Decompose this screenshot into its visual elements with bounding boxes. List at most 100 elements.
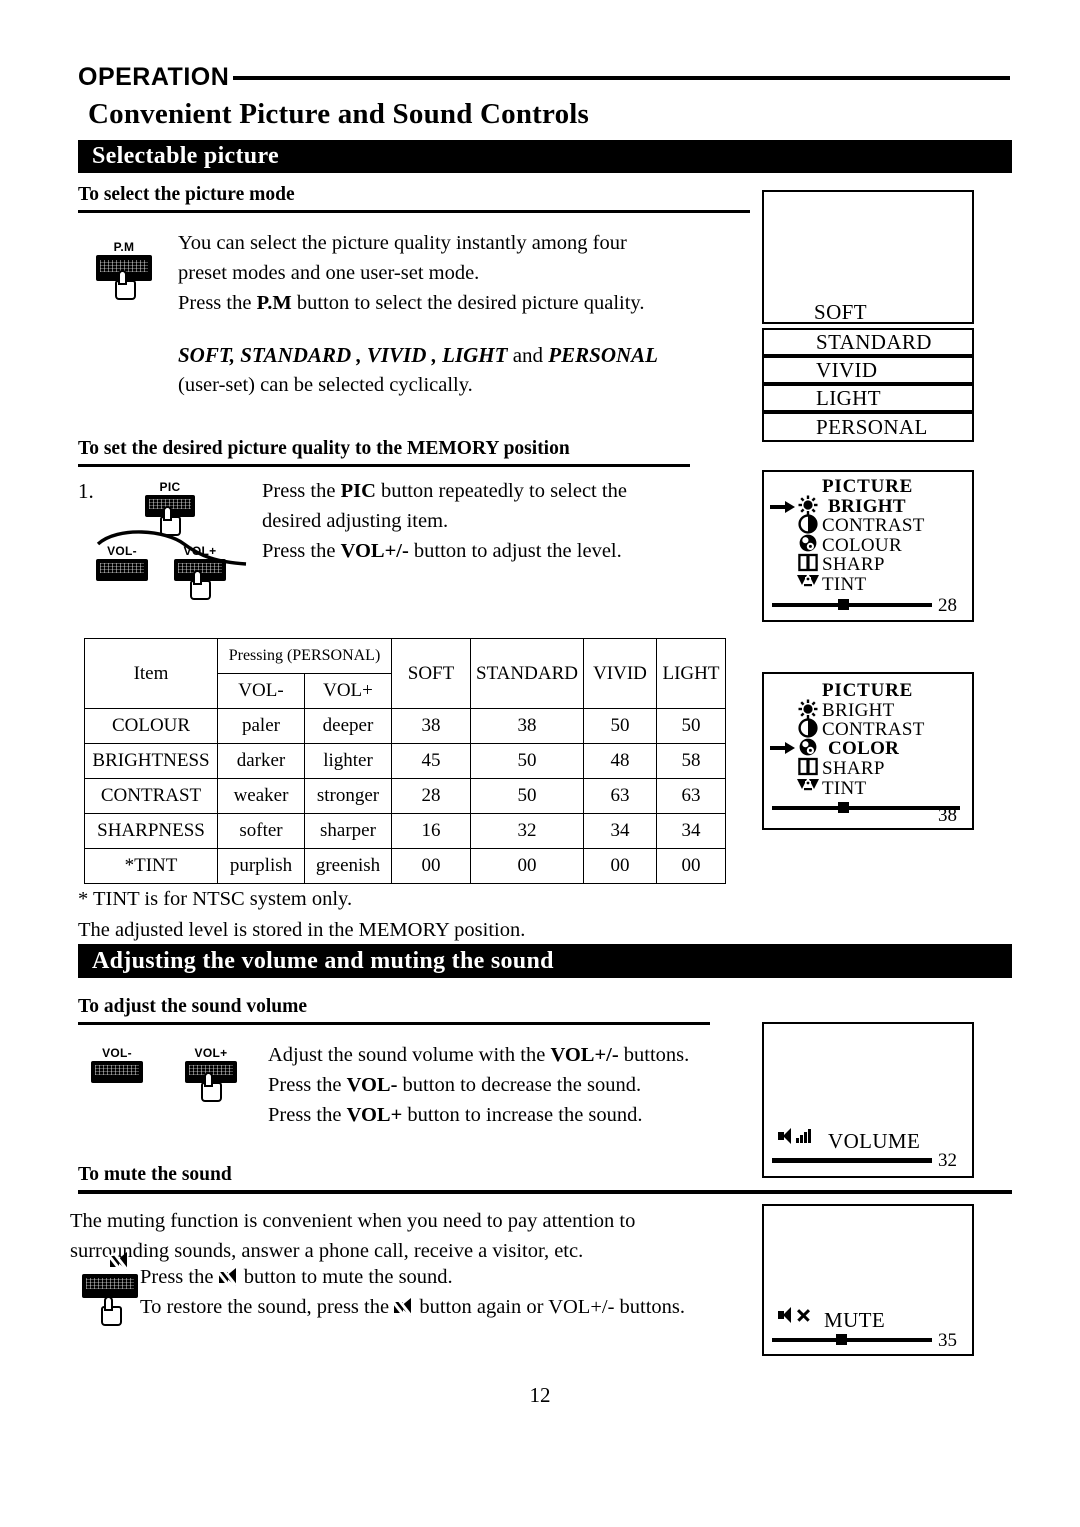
close-icon [795,1307,811,1323]
osd-slider-track-volume[interactable] [772,1158,932,1163]
body-line-2: preset modes and one user-set mode. [178,262,480,284]
cell-soft: 45 [391,743,471,779]
osd-slider-knob-bright[interactable] [838,599,849,610]
cell-vol-minus: darker [217,743,305,779]
picture-mode-body: You can select the picture quality insta… [178,228,738,318]
cell-standard: 32 [470,813,584,849]
subhead-rule-mute [78,1190,1012,1194]
mode-list-note: (user-set) can be selected cyclically. [178,374,473,396]
remote-button-mute[interactable] [82,1252,138,1326]
memory-position-body: Press the PIC button repeatedly to selec… [262,476,732,566]
mute-osd-icon-group [778,1307,811,1325]
subhead-select-picture-mode: To select the picture mode [78,184,295,205]
subhead-memory-position: To set the desired picture quality to th… [78,438,570,459]
remote-button-vol-minus[interactable]: VOL- [96,544,148,581]
pointing-hand-icon-vol-2 [201,1072,222,1102]
cell-item: SHARPNESS [84,813,218,849]
step-number: 1. [78,479,94,503]
contrast-icon [798,514,818,534]
table-row: SHARPNESS softer sharper 16 32 34 34 [84,813,726,849]
footnote-2: The adjusted level is stored in the MEMO… [78,919,526,941]
th-light: LIGHT [656,638,726,709]
osd-item-contrast: CONTRAST [822,515,925,536]
volume-line-2: Press the VOL- button to decrease the so… [268,1074,642,1096]
section-header-label: Selectable picture [92,143,279,169]
cell-vivid: 63 [583,778,657,814]
pointing-hand-icon-mute [101,1296,122,1326]
remote-button-vol-plus-2[interactable]: VOL+ [185,1046,237,1102]
osd-slider-knob-color[interactable] [838,802,849,813]
th-vol-plus: VOL+ [304,673,392,709]
osd-mode-label-personal: PERSONAL [816,414,928,439]
cell-standard: 50 [470,743,584,779]
manual-page: OPERATION Convenient Picture and Sound C… [0,0,1080,1527]
th-item: Item [84,638,218,709]
osd-mode-label-standard: STANDARD [816,329,932,354]
volume-line-1: Adjust the sound volume with the VOL+/- … [268,1044,690,1066]
remote-key-surface-mute[interactable] [82,1274,138,1298]
osd-screen-standard: STANDARD [762,328,974,356]
remote-key-surface-vol-minus[interactable] [96,559,148,581]
remote-button-pm[interactable]: P.M [96,240,152,300]
remote-button-vol-plus-label: VOL+ [183,544,217,558]
memory-line-1: Press the PIC button repeatedly to selec… [262,480,627,502]
remote-button-vol-minus-2[interactable]: VOL- [91,1046,143,1083]
table-footnotes: * TINT is for NTSC system only. The adju… [78,884,778,946]
section-header-volume-mute: Adjusting the volume and muting the soun… [78,944,1012,978]
osd-mute-label: MUTE [824,1308,886,1332]
table-row: CONTRAST weaker stronger 28 50 63 63 [84,778,726,814]
remote-button-vol-plus[interactable]: VOL+ [174,544,226,600]
sun-icon [798,495,818,515]
cell-soft: 38 [391,708,471,744]
osd-picture-title: PICTURE [822,476,914,497]
sharpness-icon [798,553,818,572]
osd-slider-value-mute: 35 [938,1330,957,1351]
cell-standard: 50 [470,778,584,814]
cell-vol-plus: greenish [304,848,392,884]
subhead-rule-memory [78,464,690,468]
osd-mode-label-vivid: VIVID [816,357,878,382]
mute-line-1: Press the button to mute the sound. [140,1266,453,1288]
selection-arrow-icon [770,501,796,513]
speaker-icon [778,1128,795,1144]
osd-slider-knob-mute[interactable] [836,1334,847,1345]
mute-intro: The muting function is convenient when y… [70,1206,730,1266]
osd-slider-track-mute[interactable] [772,1338,932,1342]
subhead-rule-volume [78,1022,710,1026]
volume-bars-icon [795,1128,811,1144]
osd-item-sharp: SHARP [822,554,885,575]
remote-button-vol-minus-label: VOL- [107,544,137,558]
cell-vol-plus: sharper [304,813,392,849]
cell-standard: 00 [470,848,584,884]
table-row: BRIGHTNESS darker lighter 45 50 48 58 [84,743,726,779]
osd-screen-soft [762,190,974,324]
colour-icon-2 [799,738,817,756]
body-line-1: You can select the picture quality insta… [178,232,627,254]
osd-volume-label: VOLUME [828,1129,921,1153]
cell-vol-plus: stronger [304,778,392,814]
osd-slider-track-color[interactable] [772,806,960,810]
selection-arrow-icon-2 [770,742,796,754]
osd-item-tint-2: TINT [822,778,867,799]
remote-key-surface-vol-minus-2[interactable] [91,1061,143,1083]
cell-soft: 00 [391,848,471,884]
th-vivid: VIVID [583,638,657,709]
osd-mode-label-soft: SOFT [814,300,867,324]
picture-mode-cycle-note: SOFT, STANDARD , VIVID , LIGHT and PERSO… [178,340,758,400]
osd-item-tint: TINT [822,574,867,595]
remote-button-vol-plus-label-2: VOL+ [194,1046,228,1060]
volume-line-3: Press the VOL+ button to increase the so… [268,1104,643,1126]
osd-slider-value-bright: 28 [938,595,957,616]
cell-soft: 28 [391,778,471,814]
cell-vivid: 34 [583,813,657,849]
cell-light: 63 [656,778,726,814]
table-header-row-1: Item Pressing (PERSONAL) SOFT STANDARD V… [84,638,726,709]
cell-vivid: 50 [583,708,657,744]
osd-slider-track-bright[interactable] [772,603,932,607]
picture-settings-table: Item Pressing (PERSONAL) SOFT STANDARD V… [84,638,726,884]
remote-button-pm-label: P.M [113,240,135,254]
cell-item: CONTRAST [84,778,218,814]
table-row: COLOUR paler deeper 38 38 50 50 [84,708,726,744]
pointing-hand-icon [115,270,136,300]
remote-button-pic[interactable]: PIC [145,480,195,536]
